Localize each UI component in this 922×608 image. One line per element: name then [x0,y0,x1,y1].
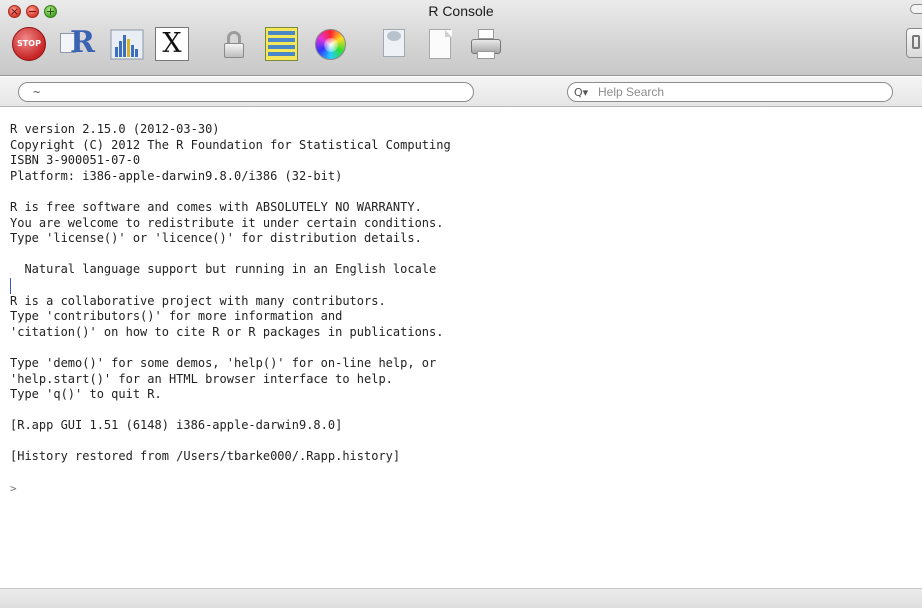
new-document-button[interactable] [429,27,453,61]
show-data-table-button[interactable] [265,27,298,61]
working-directory-field[interactable]: ~ [18,82,474,102]
prompt-line[interactable]: > [10,481,922,497]
console-line: ISBN 3-900051-07-0 [10,153,141,168]
console-line: Type 'q()' to quit R. [10,387,162,402]
sidebar-toggle-button[interactable] [906,28,922,58]
console-line: Type 'demo()' for some demos, 'help()' f… [10,355,437,370]
stop-icon: STOP [17,39,41,48]
quartz-icon [110,29,144,60]
authorize-button[interactable] [222,27,246,61]
console-line: Copyright (C) 2012 The R Foundation for … [10,137,451,152]
console-line: 'help.start()' for an HTML browser inter… [10,371,393,386]
text-cursor [10,277,11,294]
console-line: Type 'license()' or 'licence()' for dist… [10,231,422,246]
console-line: Type 'contributors()' for more informati… [10,309,343,324]
console-line: [History restored from /Users/tbarke000/… [10,449,401,464]
print-preview-button[interactable] [383,27,409,61]
window-title: R Console [428,3,494,19]
help-search-field[interactable]: Q▾ [567,82,893,102]
toolbar-toggle-button[interactable] [910,4,922,14]
title-bar[interactable]: × − + R Console STOP R X [0,0,922,76]
console-line: [R.app GUI 1.51 (6148) i386-apple-darwin… [10,418,343,433]
console-line: R version 2.15.0 (2012-03-30) [10,122,220,136]
prompt: > [10,481,17,495]
data-table-icon [268,31,295,56]
help-search-input[interactable] [598,84,878,100]
print-button[interactable] [470,27,502,61]
search-bar: ~ Q▾ [0,77,922,107]
console-line [10,277,922,294]
r-logo-icon: R [70,25,95,60]
source-script-button[interactable]: R [58,25,100,61]
console-line: R is a collaborative project with many c… [10,293,386,308]
status-bar [0,588,922,608]
console-line: 'citation()' on how to cite R or R packa… [10,324,444,339]
console-line: You are welcome to redistribute it under… [10,215,444,230]
color-wheel-button[interactable] [315,29,346,60]
print-icon [478,29,494,39]
x11-button[interactable]: X [155,27,189,61]
console-line: R is free software and comes with ABSOLU… [10,199,422,214]
console-output[interactable]: R version 2.15.0 (2012-03-30) Copyright (… [0,108,922,588]
stop-button[interactable]: STOP [12,27,46,61]
console-line: Platform: i386-apple-darwin9.8.0/i386 (3… [10,168,343,183]
sidebar-icon [912,35,920,49]
console-line: Natural language support but running in … [10,262,437,277]
new-quartz-device-button[interactable] [110,27,144,61]
search-icon[interactable]: Q▾ [574,86,588,99]
console-lines: R version 2.15.0 (2012-03-30) Copyright (… [10,122,922,481]
